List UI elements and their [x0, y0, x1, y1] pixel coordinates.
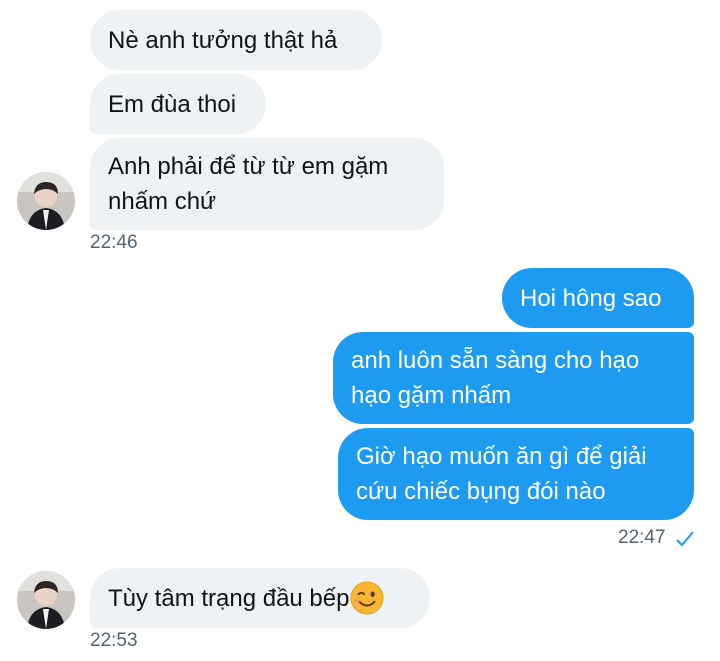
incoming-message[interactable]: Em đùa thoi — [90, 74, 266, 134]
check-icon — [675, 530, 695, 553]
outgoing-message[interactable]: anh luôn sẵn sàng cho hạo hạo gặm nhấm — [333, 332, 694, 424]
message-text: Giờ hạo muốn ăn gì để giải cứu chiếc bụn… — [356, 443, 647, 505]
avatar[interactable] — [17, 172, 75, 230]
message-text: Tùy tâm trạng đầu bếp — [108, 584, 350, 612]
message-text: Em đùa thoi — [108, 90, 237, 118]
message-text: Anh phải để từ từ em gặm nhấm chứ — [108, 153, 389, 215]
incoming-message[interactable]: Anh phải để từ từ em gặm nhấm chứ — [90, 138, 444, 230]
outgoing-message[interactable]: Giờ hạo muốn ăn gì để giải cứu chiếc bụn… — [338, 428, 694, 520]
incoming-message[interactable]: Tùy tâm trạng đầu bếp — [90, 568, 430, 628]
outgoing-message[interactable]: Hoi hông sao — [502, 268, 694, 328]
message-text: anh luôn sẵn sàng cho hạo hạo gặm nhấm — [351, 347, 640, 409]
profile-photo — [17, 172, 75, 230]
profile-photo — [17, 571, 75, 629]
avatar[interactable] — [17, 571, 75, 629]
timestamp: 22:53 — [90, 630, 138, 651]
message-text: Nè anh tưởng thật hả — [108, 26, 338, 54]
message-text: Hoi hông sao — [520, 284, 662, 312]
incoming-message[interactable]: Nè anh tưởng thật hả — [90, 10, 382, 70]
timestamp: 22:46 — [90, 232, 138, 253]
timestamp: 22:47 — [618, 527, 666, 548]
winking-face-emoji — [350, 581, 385, 615]
